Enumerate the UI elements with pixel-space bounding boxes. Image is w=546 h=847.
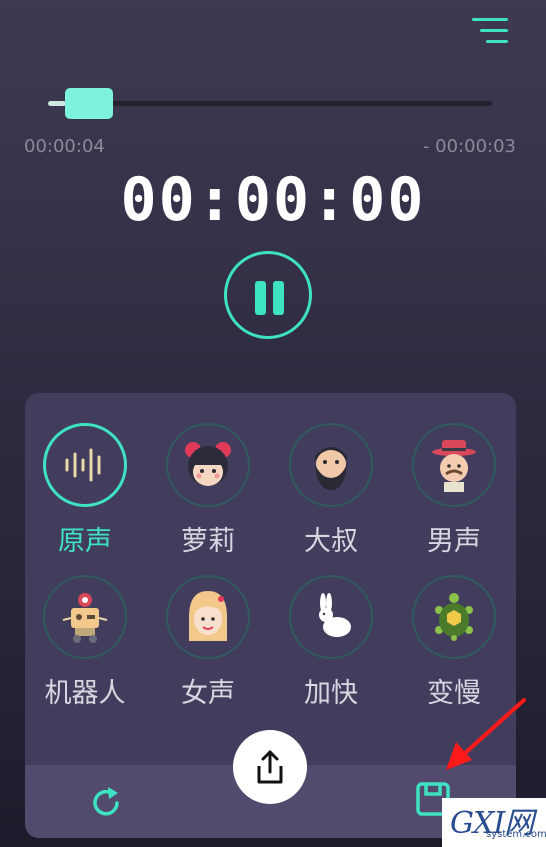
effect-faster[interactable]: 加快: [283, 575, 379, 710]
progress-fill: [48, 101, 66, 106]
effect-label: 大叔: [304, 526, 358, 557]
menu-icon[interactable]: [470, 14, 508, 48]
elapsed-time: 00:00:04: [24, 136, 105, 157]
girl-avatar-icon: [185, 442, 231, 486]
woman-avatar-icon: [189, 591, 227, 641]
share-icon: [257, 750, 283, 784]
robot-icon: [62, 593, 108, 643]
effect-slower[interactable]: 变慢: [406, 575, 502, 710]
recording-clock: 00:00:00: [120, 165, 426, 235]
effect-label: 萝莉: [181, 526, 235, 557]
watermark-domain: system.com: [486, 829, 546, 840]
remaining-time: - 00:00:03: [422, 136, 516, 157]
refresh-icon: [93, 787, 119, 816]
annotation-arrow: [446, 698, 526, 770]
share-button[interactable]: [233, 730, 307, 804]
progress-thumb[interactable]: [65, 88, 113, 119]
effect-male[interactable]: 男声: [406, 423, 502, 558]
effect-uncle[interactable]: 大叔: [283, 423, 379, 558]
man-hat-icon: [432, 440, 476, 492]
progress-track[interactable]: [48, 101, 492, 106]
refresh-button[interactable]: [88, 785, 124, 821]
effect-original[interactable]: 原声: [37, 423, 133, 558]
turtle-icon: [435, 593, 473, 641]
effect-label: 原声: [58, 526, 112, 557]
effect-label: 加快: [304, 678, 358, 709]
pause-icon: [255, 281, 266, 315]
effect-label: 男声: [427, 526, 481, 557]
rabbit-icon: [319, 593, 351, 637]
effect-loli[interactable]: 萝莉: [160, 423, 256, 558]
effect-label: 女声: [181, 678, 235, 709]
pause-button[interactable]: [224, 251, 312, 339]
waveform-icon: [65, 448, 101, 482]
bearded-man-icon: [315, 447, 347, 490]
watermark: GXI网 system.com: [442, 798, 546, 847]
effect-label: 机器人: [44, 678, 126, 709]
effect-female[interactable]: 女声: [160, 575, 256, 710]
effect-robot[interactable]: 机器人: [37, 575, 133, 710]
